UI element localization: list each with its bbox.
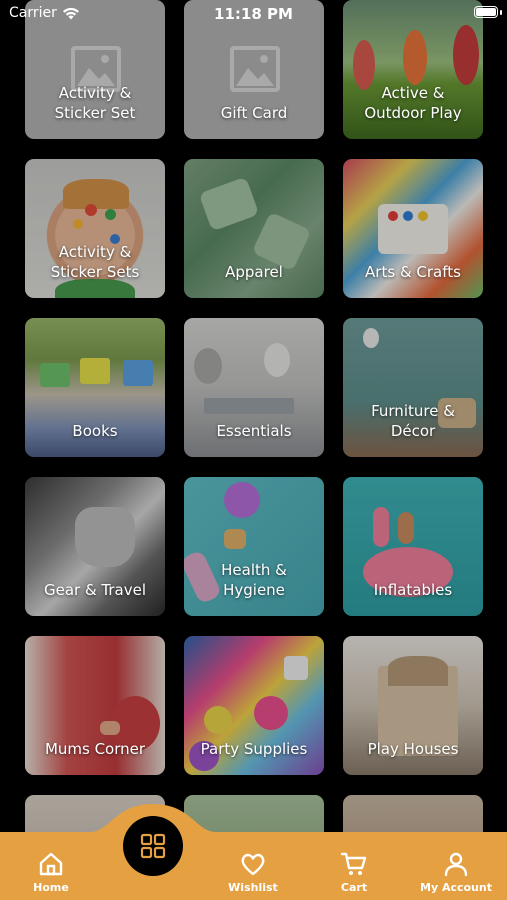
category-label: Active & Outdoor Play xyxy=(364,84,462,122)
category-label: Arts & Crafts xyxy=(365,263,461,281)
category-label: Mums Corner xyxy=(44,740,146,758)
tab-home[interactable]: Home xyxy=(11,850,91,894)
bottom-tab-bar: Home Wishlist Cart My Account xyxy=(0,832,507,900)
category-tile-health-hygiene[interactable]: Health & Hygiene xyxy=(184,477,324,616)
status-time: 11:18 PM xyxy=(214,5,293,23)
screen: Carrier 11:18 PM Activity & Sticker Set xyxy=(0,0,507,900)
categories-button[interactable] xyxy=(123,816,183,876)
tab-wishlist[interactable]: Wishlist xyxy=(213,850,293,894)
category-tile-mums-corner[interactable]: Mums Corner xyxy=(25,636,165,775)
category-label: Apparel xyxy=(225,263,283,281)
category-grid: Activity & Sticker Set Gift Card Active … xyxy=(25,0,483,900)
heart-icon xyxy=(241,853,265,876)
category-label: Furniture & Décor xyxy=(371,402,455,440)
category-tile-gear-travel[interactable]: Gear & Travel xyxy=(25,477,165,616)
category-tile-play-houses[interactable]: Play Houses xyxy=(343,636,483,775)
category-label: Party Supplies xyxy=(200,740,308,758)
category-label: Gift Card xyxy=(220,104,288,122)
category-label: Activity & Sticker Sets xyxy=(50,243,140,281)
category-tile-essentials[interactable]: Essentials xyxy=(184,318,324,457)
category-label: Inflatables xyxy=(373,581,453,599)
category-label: Health & Hygiene xyxy=(221,561,287,599)
user-icon xyxy=(444,852,468,877)
category-tile-arts-crafts[interactable]: Arts & Crafts xyxy=(343,159,483,298)
category-label: Books xyxy=(72,422,118,440)
cart-icon xyxy=(340,852,367,875)
grid-icon xyxy=(140,833,166,859)
tab-label: Home xyxy=(33,881,69,894)
category-tile-inflatables[interactable]: Inflatables xyxy=(343,477,483,616)
battery-icon xyxy=(474,6,498,18)
category-label: Essentials xyxy=(216,422,292,440)
image-placeholder-icon xyxy=(230,46,280,92)
category-tile-party-supplies[interactable]: Party Supplies xyxy=(184,636,324,775)
status-bar: Carrier 11:18 PM xyxy=(0,0,507,28)
tab-label: My Account xyxy=(420,881,492,894)
tab-label: Cart xyxy=(340,881,368,894)
category-tile-furniture-decor[interactable]: Furniture & Décor xyxy=(343,318,483,457)
tab-cart[interactable]: Cart xyxy=(314,850,394,894)
category-tile-activity-sticker-sets[interactable]: Activity & Sticker Sets xyxy=(25,159,165,298)
tab-label: Wishlist xyxy=(228,881,278,894)
battery-cap xyxy=(500,10,502,15)
category-label: Play Houses xyxy=(367,740,459,758)
home-icon xyxy=(39,852,63,876)
category-label: Gear & Travel xyxy=(43,581,147,599)
tab-my-account[interactable]: My Account xyxy=(416,850,496,894)
category-tile-books[interactable]: Books xyxy=(25,318,165,457)
category-tile-apparel[interactable]: Apparel xyxy=(184,159,324,298)
category-label: Activity & Sticker Set xyxy=(54,84,136,122)
